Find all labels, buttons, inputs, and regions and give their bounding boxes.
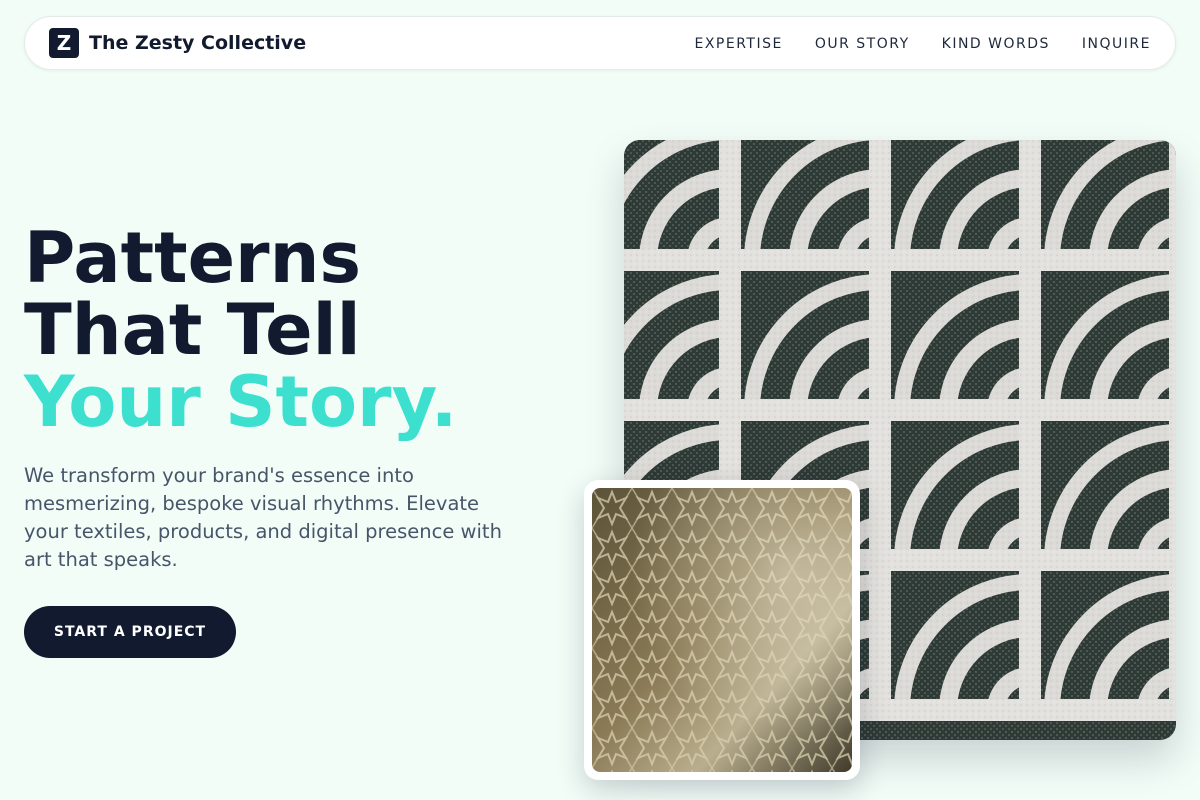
headline-line-1: Patterns [24,217,362,299]
nav-link-kind-words[interactable]: KIND WORDS [942,34,1050,54]
nav-links: EXPERTISE OUR STORY KIND WORDS INQUIRE [694,34,1151,54]
hero-description: We transform your brand's essence into m… [24,464,502,571]
nav-link-inquire[interactable]: INQUIRE [1082,34,1151,54]
top-navbar: Z The Zesty Collective EXPERTISE OUR STO… [24,16,1176,70]
nav-link-expertise[interactable]: EXPERTISE [694,34,782,54]
headline-accent: Your Story. [24,361,458,443]
brand-name[interactable]: The Zesty Collective [89,31,306,55]
nav-link-our-story[interactable]: OUR STORY [815,34,910,54]
headline-line-2: That Tell [24,289,361,371]
logo-icon[interactable]: Z [49,28,79,58]
start-project-button[interactable]: START A PROJECT [24,606,236,658]
hero-headline: Patterns That Tell Your Story. [24,222,457,438]
brass-pattern-image [584,480,860,780]
